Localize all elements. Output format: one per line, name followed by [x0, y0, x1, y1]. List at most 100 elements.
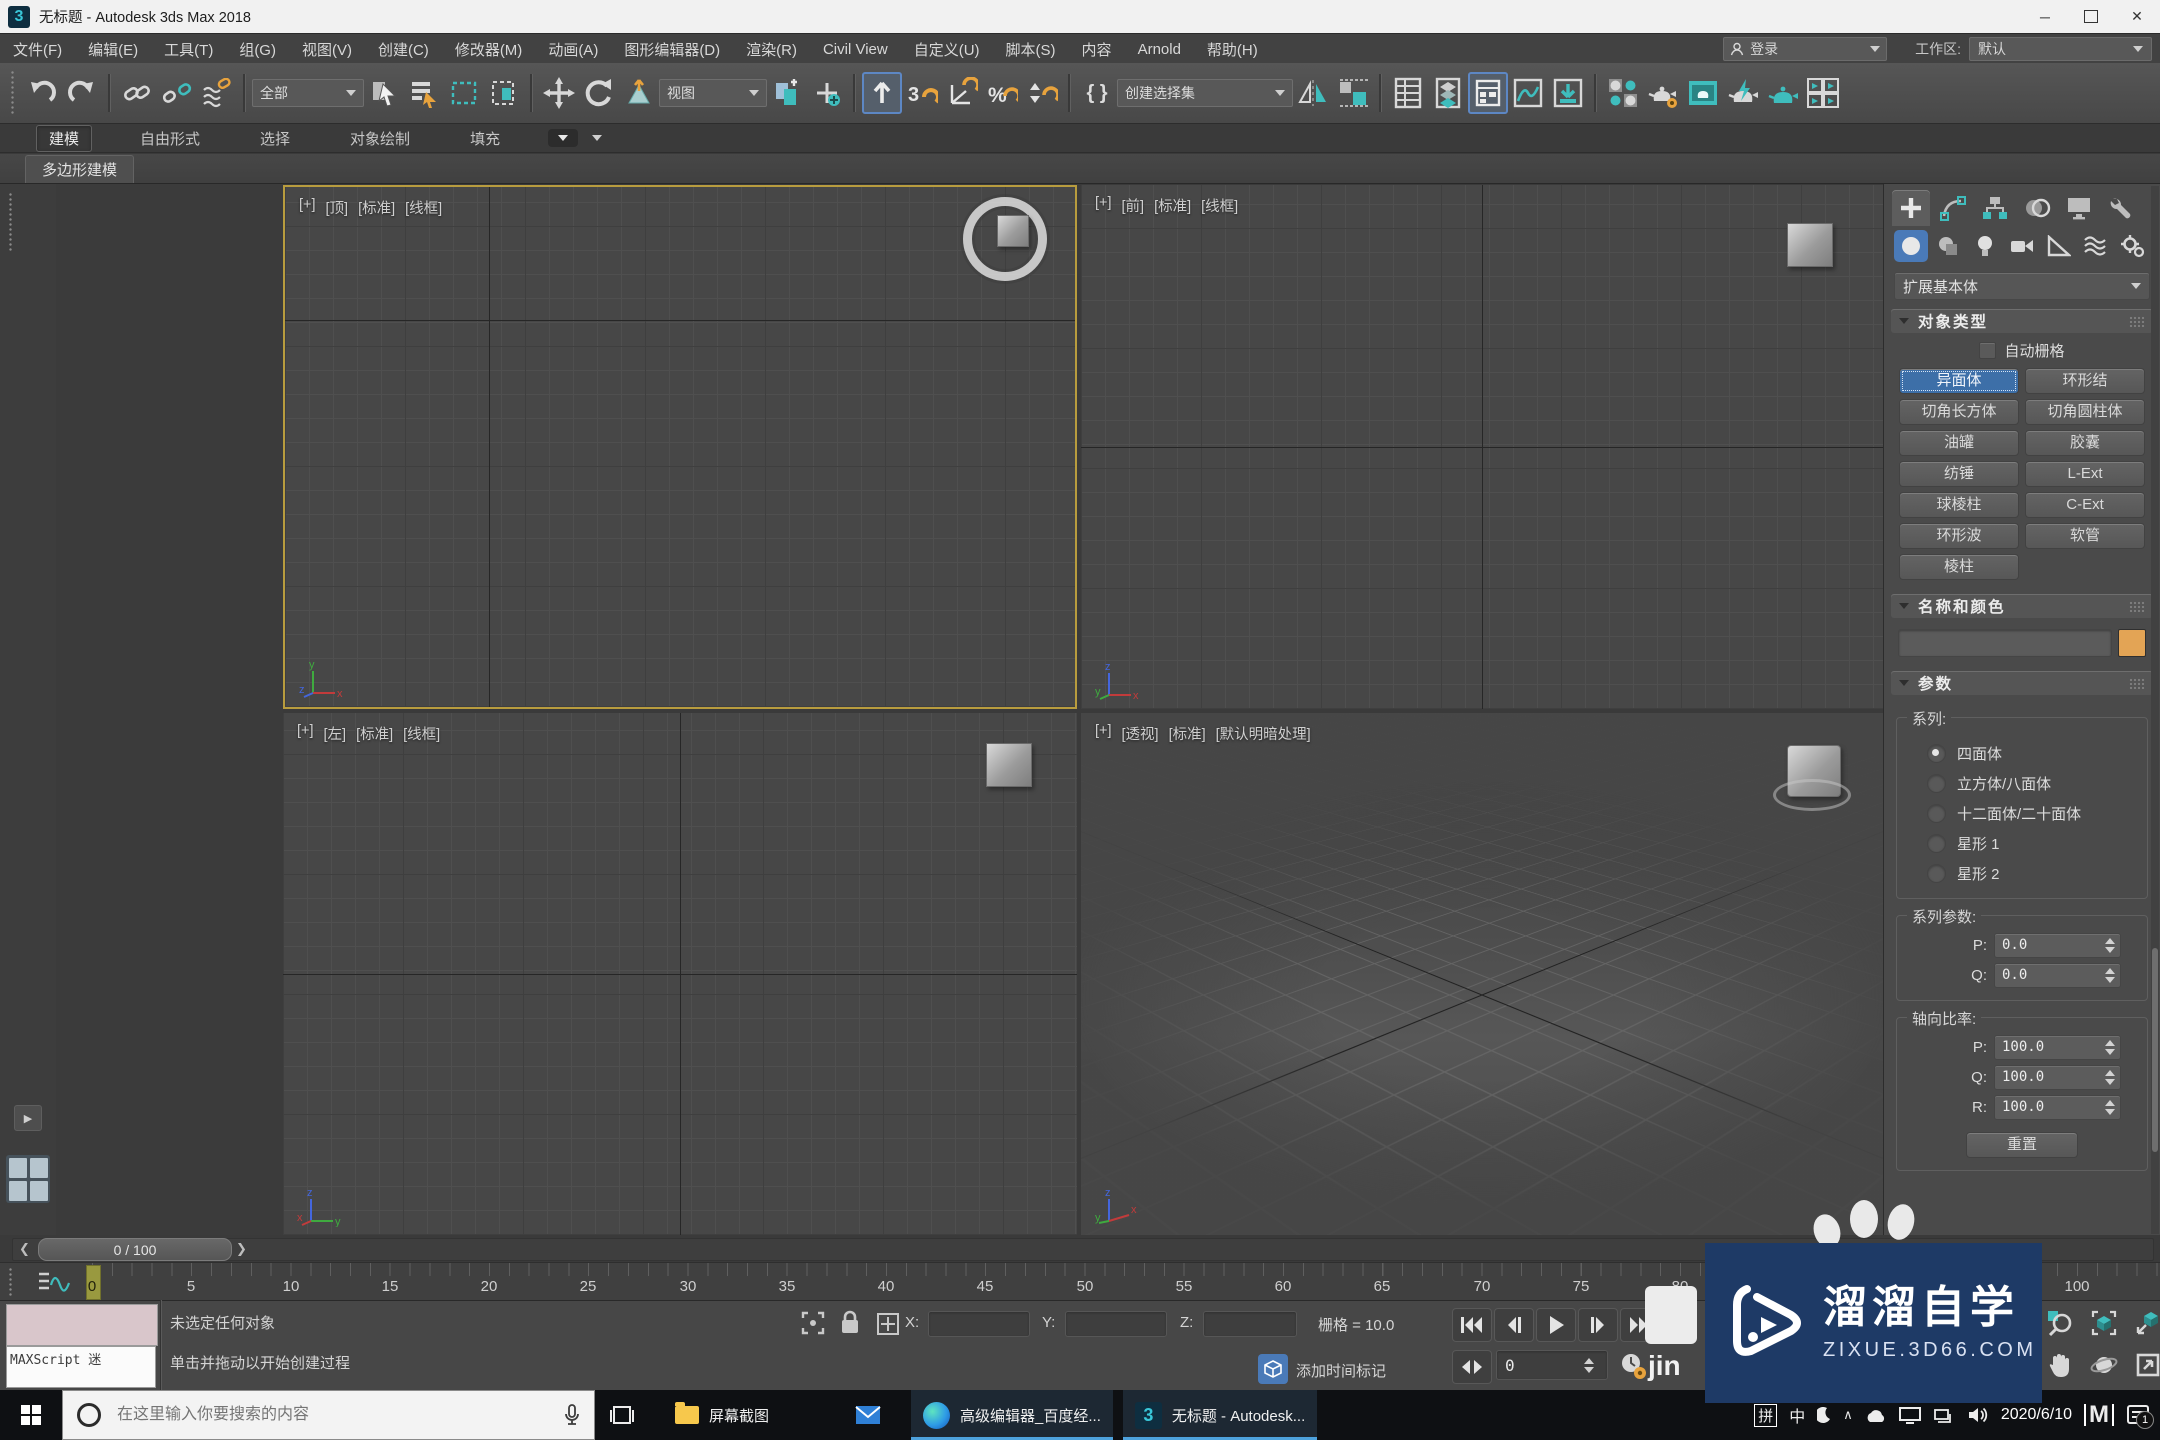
go-to-start-button[interactable]: [1452, 1308, 1492, 1342]
radio-icon[interactable]: [1927, 833, 1946, 853]
search-input[interactable]: [115, 1405, 550, 1425]
microphone-icon[interactable]: [564, 1403, 580, 1427]
taskbar-app-mail[interactable]: [839, 1390, 897, 1440]
taskbar-date[interactable]: 2020/6/10: [2001, 1406, 2072, 1424]
axis-p-spinner[interactable]: 100.0: [1994, 1034, 2121, 1060]
rendered-frame-window-icon[interactable]: [1683, 72, 1723, 114]
viewport-perspective[interactable]: [+] [透视] [标准] [默认明暗处理] z x y: [1081, 713, 1883, 1235]
dock-drag-handle[interactable]: [8, 192, 14, 252]
select-and-link-icon[interactable]: [117, 72, 157, 114]
render-in-cloud-icon[interactable]: [1763, 72, 1803, 114]
menu-rendering[interactable]: 渲染(R): [733, 34, 810, 64]
viewport-menu-shading[interactable]: [线框]: [1201, 195, 1238, 216]
maxscript-mini-listener[interactable]: MAXScript 迷: [6, 1346, 156, 1388]
percent-snap-toggle-icon[interactable]: %: [982, 72, 1022, 114]
angle-snap-toggle-icon[interactable]: [942, 72, 982, 114]
lights-category-icon[interactable]: [1968, 230, 2002, 262]
object-name-input[interactable]: [1898, 629, 2112, 657]
select-and-rotate-icon[interactable]: [579, 72, 619, 114]
undo-icon[interactable]: [22, 72, 62, 114]
axis-q-spinner[interactable]: 100.0: [1994, 1064, 2121, 1090]
viewport-menu-standard[interactable]: [标准]: [1154, 195, 1191, 216]
utilities-tab-icon[interactable]: [2102, 190, 2140, 226]
radio-icon[interactable]: [1927, 863, 1946, 883]
torus-knot-button[interactable]: 环形结: [2025, 368, 2145, 394]
viewport-menu-shading[interactable]: [线框]: [403, 723, 440, 744]
series-option-row[interactable]: 四面体: [1897, 738, 2147, 768]
ribbon-tab-modeling[interactable]: 建模: [36, 124, 93, 152]
c-ext-button[interactable]: C-Ext: [2025, 492, 2145, 518]
parameters-rollout-header[interactable]: 参数: [1891, 671, 2153, 695]
viewport-menu-plus[interactable]: [+]: [1095, 195, 1112, 216]
current-frame-field[interactable]: 0: [1496, 1350, 1608, 1380]
series-option-row[interactable]: 十二面体/二十面体: [1897, 798, 2147, 828]
menu-edit[interactable]: 编辑(E): [75, 34, 151, 64]
viewport-menu-view[interactable]: [前]: [1122, 195, 1145, 216]
z-coordinate-field[interactable]: [1203, 1311, 1297, 1337]
viewcube-ring-icon[interactable]: [1773, 779, 1851, 811]
ime-pinyin-badge[interactable]: 拼: [1754, 1403, 1778, 1427]
helpers-category-icon[interactable]: [2042, 230, 2076, 262]
spinner-snap-toggle-icon[interactable]: [1022, 72, 1062, 114]
oil-tank-button[interactable]: 油罐: [1899, 430, 2019, 456]
series-option-row[interactable]: 立方体/八面体: [1897, 768, 2147, 798]
play-button[interactable]: [1536, 1308, 1576, 1342]
ribbon-panel-polygon-modeling[interactable]: 多边形建模: [25, 155, 135, 183]
viewport-menu-plus[interactable]: [+]: [299, 197, 316, 218]
prism-button[interactable]: 棱柱: [1899, 554, 2019, 580]
viewport-top-label[interactable]: [+] [顶] [标准] [线框]: [299, 197, 442, 218]
display-tray-icon[interactable]: [1898, 1406, 1921, 1424]
next-frame-button[interactable]: [1578, 1308, 1618, 1342]
toggle-scene-explorer-icon[interactable]: [1388, 72, 1428, 114]
toggle-ribbon-icon[interactable]: [1468, 72, 1508, 114]
create-tab-icon[interactable]: [1892, 190, 1930, 226]
ime-chinese-mode[interactable]: 中: [1789, 1403, 1805, 1427]
previous-frame-button[interactable]: [1494, 1308, 1534, 1342]
viewport-menu-shading[interactable]: [线框]: [405, 197, 442, 218]
maximize-button[interactable]: [2068, 0, 2114, 33]
panel-scrollbar-thumb[interactable]: [2152, 948, 2158, 1152]
object-type-rollout-header[interactable]: 对象类型: [1891, 309, 2153, 333]
redo-icon[interactable]: [62, 72, 102, 114]
series-option-row[interactable]: 星形 2: [1897, 858, 2147, 888]
object-color-swatch[interactable]: [2118, 629, 2146, 657]
keyboard-shortcut-override-icon[interactable]: [862, 72, 902, 114]
next-frame-arrow-icon[interactable]: ❯: [233, 1239, 250, 1258]
chamfer-box-button[interactable]: 切角长方体: [1899, 399, 2019, 425]
viewcube-icon[interactable]: [986, 743, 1032, 787]
action-center-icon[interactable]: 1: [2126, 1403, 2154, 1429]
radio-icon[interactable]: [1927, 773, 1946, 793]
toggle-layer-explorer-icon[interactable]: [1428, 72, 1468, 114]
viewport-menu-shading[interactable]: [默认明暗处理]: [1216, 723, 1311, 744]
rectangular-selection-region-icon[interactable]: [444, 72, 484, 114]
menu-tools[interactable]: 工具(T): [151, 34, 226, 64]
viewport-perspective-label[interactable]: [+] [透视] [标准] [默认明暗处理]: [1095, 723, 1311, 744]
menu-civil-view[interactable]: Civil View: [810, 34, 901, 64]
render-setup-icon[interactable]: [1643, 72, 1683, 114]
open-in-viewport-grid-icon[interactable]: [1803, 72, 1843, 114]
task-view-button[interactable]: [595, 1390, 649, 1440]
menu-arnold[interactable]: Arnold: [1125, 34, 1194, 64]
zoom-icon[interactable]: [2042, 1306, 2078, 1340]
onedrive-cloud-icon[interactable]: [1865, 1408, 1887, 1423]
menu-views[interactable]: 视图(V): [289, 34, 365, 64]
add-time-tag-label[interactable]: 添加时间标记: [1296, 1360, 1386, 1381]
select-by-name-icon[interactable]: [404, 72, 444, 114]
snaps-toggle-3d-icon[interactable]: 3: [902, 72, 942, 114]
viewport-front-label[interactable]: [+] [前] [标准] [线框]: [1095, 195, 1238, 216]
viewcube-icon[interactable]: [997, 215, 1029, 247]
mirror-icon[interactable]: [1293, 72, 1333, 114]
expand-panel-button[interactable]: ▶: [14, 1105, 42, 1131]
p-spinner[interactable]: 0.0: [1994, 932, 2121, 958]
schematic-view-icon[interactable]: [1548, 72, 1588, 114]
named-selection-sets-dropdown[interactable]: 创建选择集: [1117, 79, 1293, 107]
q-spinner[interactable]: 0.0: [1994, 962, 2121, 988]
menu-create[interactable]: 创建(C): [365, 34, 442, 64]
select-and-move-icon[interactable]: [539, 72, 579, 114]
series-option-row[interactable]: 星形 1: [1897, 828, 2147, 858]
geometry-category-icon[interactable]: [1894, 230, 1928, 262]
radio-icon[interactable]: [1927, 803, 1946, 823]
select-and-manipulate-icon[interactable]: [807, 72, 847, 114]
chevron-down-icon[interactable]: [592, 135, 603, 141]
display-tab-icon[interactable]: [2060, 190, 2098, 226]
